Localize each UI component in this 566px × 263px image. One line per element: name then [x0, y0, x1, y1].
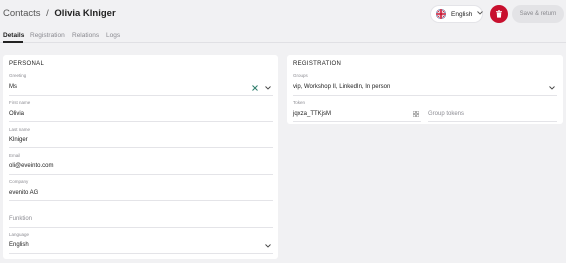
- tab-details[interactable]: Details: [3, 32, 24, 39]
- function-input[interactable]: Funktion: [9, 216, 32, 222]
- last-name-underline: [9, 147, 273, 148]
- chevron-down-icon[interactable]: [548, 84, 556, 92]
- trash-icon: [495, 10, 503, 18]
- group-tokens-underline: [428, 121, 557, 122]
- email-underline: [9, 174, 273, 175]
- personal-card: PERSONAL Greeting Ms First name Olivia L…: [3, 55, 278, 259]
- greeting-select[interactable]: Ms: [9, 84, 17, 90]
- save-and-return-button[interactable]: Save & return: [512, 5, 564, 23]
- chevron-down-icon[interactable]: [264, 84, 272, 92]
- first-name-underline: [9, 121, 273, 122]
- tab-logs[interactable]: Logs: [106, 32, 120, 39]
- company-underline: [9, 200, 273, 201]
- email-label: Email: [9, 153, 21, 158]
- last-name-input[interactable]: Klniger: [9, 137, 28, 143]
- greeting-label: Greeting: [9, 73, 27, 78]
- function-underline: [9, 227, 273, 228]
- language-selector-label: English: [451, 10, 473, 18]
- contact-name: Olivia Klniger: [54, 8, 116, 19]
- groups-select[interactable]: vip, Workshop II, LinkedIn, In person: [293, 84, 390, 90]
- page-title: Contacts / Olivia Klniger: [3, 8, 116, 19]
- first-name-input[interactable]: Olivia: [9, 111, 24, 117]
- tab-registration[interactable]: Registration: [30, 32, 65, 39]
- clear-icon[interactable]: [251, 84, 259, 92]
- page-header: Contacts / Olivia Klniger English Save &…: [0, 0, 566, 30]
- chevron-down-icon: [477, 11, 484, 17]
- registration-section-title: REGISTRATION: [293, 61, 342, 67]
- language-underline: [9, 253, 273, 254]
- tab-relations[interactable]: Relations: [72, 32, 99, 39]
- last-name-label: Last name: [9, 127, 31, 132]
- tab-bar: Details Registration Relations Logs: [0, 30, 566, 43]
- chevron-down-icon[interactable]: [264, 242, 272, 250]
- token-input[interactable]: jqxza_TTKjsM: [293, 111, 331, 117]
- company-input[interactable]: evenito AG: [9, 190, 38, 196]
- company-label: Company: [9, 179, 29, 184]
- token-underline: [293, 121, 421, 122]
- language-selector[interactable]: English: [430, 5, 484, 23]
- group-tokens-input[interactable]: Group tokens: [428, 111, 464, 117]
- groups-underline: [293, 95, 557, 96]
- greeting-underline: [9, 95, 273, 96]
- registration-card: REGISTRATION Groups vip, Workshop II, Li…: [287, 55, 563, 124]
- first-name-label: First name: [9, 100, 31, 105]
- language-select[interactable]: English: [9, 242, 29, 248]
- token-label: Token: [293, 100, 306, 105]
- email-input[interactable]: oli@eveinto.com: [9, 163, 53, 169]
- language-label: Language: [9, 232, 30, 237]
- groups-label: Groups: [293, 73, 308, 78]
- delete-button[interactable]: [490, 5, 508, 23]
- breadcrumb-contacts[interactable]: Contacts: [3, 8, 41, 19]
- active-tab-indicator: [3, 41, 23, 43]
- uk-flag-icon: [436, 9, 446, 19]
- grid-icon[interactable]: [412, 110, 420, 118]
- breadcrumb-separator: /: [46, 8, 49, 19]
- personal-section-title: PERSONAL: [9, 61, 45, 67]
